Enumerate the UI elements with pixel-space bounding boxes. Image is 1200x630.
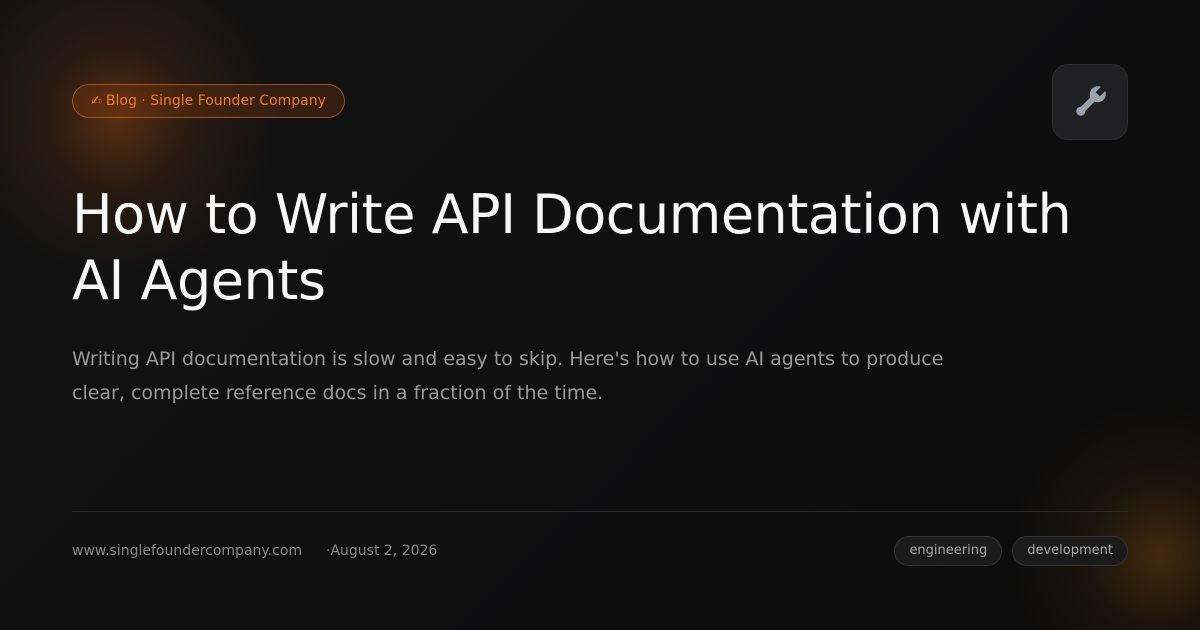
tag-development: development bbox=[1012, 536, 1128, 566]
blog-badge: ✍ Blog · Single Founder Company bbox=[72, 84, 345, 118]
og-card: ✍ Blog · Single Founder Company How to Wr… bbox=[0, 0, 1200, 630]
wrench-icon-tile bbox=[1052, 64, 1128, 140]
blog-badge-label: Blog · Single Founder Company bbox=[105, 93, 326, 109]
writing-hand-icon: ✍ bbox=[91, 94, 102, 109]
site-url: www.singlefoundercompany.com bbox=[72, 543, 303, 559]
tag-engineering: engineering bbox=[894, 536, 1003, 566]
wrench-icon bbox=[1076, 85, 1107, 116]
post-title: How to Write API Documentation with AI A… bbox=[72, 183, 1072, 312]
footer-divider bbox=[72, 511, 1128, 512]
post-summary: Writing API documentation is slow and ea… bbox=[72, 348, 944, 404]
publish-date: ·August 2, 2026 bbox=[326, 543, 438, 559]
tag-list: engineering development bbox=[894, 536, 1128, 566]
